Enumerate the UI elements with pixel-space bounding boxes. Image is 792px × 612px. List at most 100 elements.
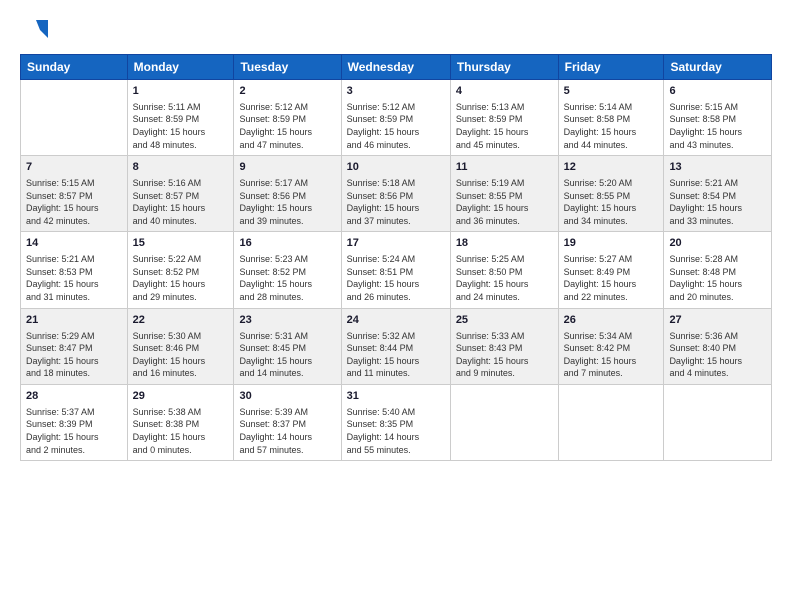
calendar-cell: 26 Sunrise: 5:34 AM Sunset: 8:42 PM Dayli… [558,308,664,384]
day-number: 8 [133,160,229,175]
calendar-cell [558,384,664,460]
day-number: 7 [26,160,122,175]
day-info: Sunrise: 5:40 AM Sunset: 8:35 PM Dayligh… [347,406,445,456]
calendar-cell: 19 Sunrise: 5:27 AM Sunset: 8:49 PM Dayli… [558,232,664,308]
calendar-cell: 15 Sunrise: 5:22 AM Sunset: 8:52 PM Dayli… [127,232,234,308]
day-header-monday: Monday [127,55,234,80]
day-number: 2 [239,84,335,99]
day-number: 1 [133,84,229,99]
day-info: Sunrise: 5:19 AM Sunset: 8:55 PM Dayligh… [456,177,553,227]
calendar-cell [450,384,558,460]
day-info: Sunrise: 5:18 AM Sunset: 8:56 PM Dayligh… [347,177,445,227]
day-number: 5 [564,84,659,99]
day-number: 23 [239,313,335,328]
day-info: Sunrise: 5:31 AM Sunset: 8:45 PM Dayligh… [239,330,335,380]
week-row-1: 1 Sunrise: 5:11 AM Sunset: 8:59 PM Daylig… [21,80,772,156]
day-info: Sunrise: 5:27 AM Sunset: 8:49 PM Dayligh… [564,253,659,303]
calendar-cell: 8 Sunrise: 5:16 AM Sunset: 8:57 PM Daylig… [127,156,234,232]
day-info: Sunrise: 5:38 AM Sunset: 8:38 PM Dayligh… [133,406,229,456]
day-number: 14 [26,236,122,251]
day-info: Sunrise: 5:22 AM Sunset: 8:52 PM Dayligh… [133,253,229,303]
day-info: Sunrise: 5:15 AM Sunset: 8:57 PM Dayligh… [26,177,122,227]
calendar-cell: 12 Sunrise: 5:20 AM Sunset: 8:55 PM Dayli… [558,156,664,232]
day-number: 15 [133,236,229,251]
day-info: Sunrise: 5:23 AM Sunset: 8:52 PM Dayligh… [239,253,335,303]
calendar-cell: 18 Sunrise: 5:25 AM Sunset: 8:50 PM Dayli… [450,232,558,308]
day-number: 25 [456,313,553,328]
day-info: Sunrise: 5:32 AM Sunset: 8:44 PM Dayligh… [347,330,445,380]
calendar-cell: 14 Sunrise: 5:21 AM Sunset: 8:53 PM Dayli… [21,232,128,308]
calendar-cell: 17 Sunrise: 5:24 AM Sunset: 8:51 PM Dayli… [341,232,450,308]
day-info: Sunrise: 5:20 AM Sunset: 8:55 PM Dayligh… [564,177,659,227]
day-info: Sunrise: 5:34 AM Sunset: 8:42 PM Dayligh… [564,330,659,380]
calendar-cell: 28 Sunrise: 5:37 AM Sunset: 8:39 PM Dayli… [21,384,128,460]
calendar-cell: 31 Sunrise: 5:40 AM Sunset: 8:35 PM Dayli… [341,384,450,460]
day-number: 26 [564,313,659,328]
calendar-cell: 13Sunrise: 5:21 AM Sunset: 8:54 PM Dayli… [664,156,772,232]
day-header-wednesday: Wednesday [341,55,450,80]
calendar-cell: 25 Sunrise: 5:33 AM Sunset: 8:43 PM Dayli… [450,308,558,384]
day-info: Sunrise: 5:21 AM Sunset: 8:53 PM Dayligh… [26,253,122,303]
day-info: Sunrise: 5:30 AM Sunset: 8:46 PM Dayligh… [133,330,229,380]
day-number: 31 [347,389,445,404]
day-info: Sunrise: 5:15 AM Sunset: 8:58 PM Dayligh… [669,101,766,151]
day-number: 20 [669,236,766,251]
week-row-2: 7 Sunrise: 5:15 AM Sunset: 8:57 PM Daylig… [21,156,772,232]
calendar-cell: 23 Sunrise: 5:31 AM Sunset: 8:45 PM Dayli… [234,308,341,384]
day-info: Sunrise: 5:16 AM Sunset: 8:57 PM Dayligh… [133,177,229,227]
calendar-cell: 2 Sunrise: 5:12 AM Sunset: 8:59 PM Daylig… [234,80,341,156]
day-number: 21 [26,313,122,328]
day-info: Sunrise: 5:29 AM Sunset: 8:47 PM Dayligh… [26,330,122,380]
day-info: Sunrise: 5:13 AM Sunset: 8:59 PM Dayligh… [456,101,553,151]
calendar-cell [664,384,772,460]
day-number: 24 [347,313,445,328]
calendar-cell: 4Sunrise: 5:13 AM Sunset: 8:59 PM Daylig… [450,80,558,156]
day-info: Sunrise: 5:11 AM Sunset: 8:59 PM Dayligh… [133,101,229,151]
calendar-cell: 5 Sunrise: 5:14 AM Sunset: 8:58 PM Daylig… [558,80,664,156]
day-number: 3 [347,84,445,99]
calendar-cell: 1 Sunrise: 5:11 AM Sunset: 8:59 PM Daylig… [127,80,234,156]
day-info: Sunrise: 5:24 AM Sunset: 8:51 PM Dayligh… [347,253,445,303]
calendar-cell: 9 Sunrise: 5:17 AM Sunset: 8:56 PM Daylig… [234,156,341,232]
calendar-cell: 6 Sunrise: 5:15 AM Sunset: 8:58 PM Daylig… [664,80,772,156]
day-header-tuesday: Tuesday [234,55,341,80]
day-info: Sunrise: 5:37 AM Sunset: 8:39 PM Dayligh… [26,406,122,456]
day-info: Sunrise: 5:39 AM Sunset: 8:37 PM Dayligh… [239,406,335,456]
day-header-friday: Friday [558,55,664,80]
day-number: 9 [239,160,335,175]
calendar-table: SundayMondayTuesdayWednesdayThursdayFrid… [20,54,772,461]
day-info: Sunrise: 5:17 AM Sunset: 8:56 PM Dayligh… [239,177,335,227]
calendar-cell: 21 Sunrise: 5:29 AM Sunset: 8:47 PM Dayli… [21,308,128,384]
day-info: Sunrise: 5:28 AM Sunset: 8:48 PM Dayligh… [669,253,766,303]
day-info: Sunrise: 5:25 AM Sunset: 8:50 PM Dayligh… [456,253,553,303]
day-number: 16 [239,236,335,251]
calendar-page: SundayMondayTuesdayWednesdayThursdayFrid… [0,0,792,612]
calendar-cell [21,80,128,156]
calendar-cell: 30 Sunrise: 5:39 AM Sunset: 8:37 PM Dayli… [234,384,341,460]
day-number: 22 [133,313,229,328]
calendar-cell: 20 Sunrise: 5:28 AM Sunset: 8:48 PM Dayli… [664,232,772,308]
day-info: Sunrise: 5:14 AM Sunset: 8:58 PM Dayligh… [564,101,659,151]
day-number: 28 [26,389,122,404]
day-number: 6 [669,84,766,99]
day-info: Sunrise: 5:12 AM Sunset: 8:59 PM Dayligh… [347,101,445,151]
day-info: Sunrise: 5:33 AM Sunset: 8:43 PM Dayligh… [456,330,553,380]
day-number: 19 [564,236,659,251]
day-header-saturday: Saturday [664,55,772,80]
calendar-cell: 11Sunrise: 5:19 AM Sunset: 8:55 PM Dayli… [450,156,558,232]
calendar-cell: 3 Sunrise: 5:12 AM Sunset: 8:59 PM Daylig… [341,80,450,156]
day-number: 12 [564,160,659,175]
day-number: 17 [347,236,445,251]
calendar-cell: 16 Sunrise: 5:23 AM Sunset: 8:52 PM Dayli… [234,232,341,308]
header [20,16,772,44]
day-number: 27 [669,313,766,328]
day-number: 18 [456,236,553,251]
calendar-cell: 7 Sunrise: 5:15 AM Sunset: 8:57 PM Daylig… [21,156,128,232]
day-number: 30 [239,389,335,404]
week-row-4: 21 Sunrise: 5:29 AM Sunset: 8:47 PM Dayli… [21,308,772,384]
calendar-cell: 10Sunrise: 5:18 AM Sunset: 8:56 PM Dayli… [341,156,450,232]
week-row-3: 14 Sunrise: 5:21 AM Sunset: 8:53 PM Dayli… [21,232,772,308]
day-number: 29 [133,389,229,404]
calendar-cell: 24 Sunrise: 5:32 AM Sunset: 8:44 PM Dayli… [341,308,450,384]
day-info: Sunrise: 5:12 AM Sunset: 8:59 PM Dayligh… [239,101,335,151]
